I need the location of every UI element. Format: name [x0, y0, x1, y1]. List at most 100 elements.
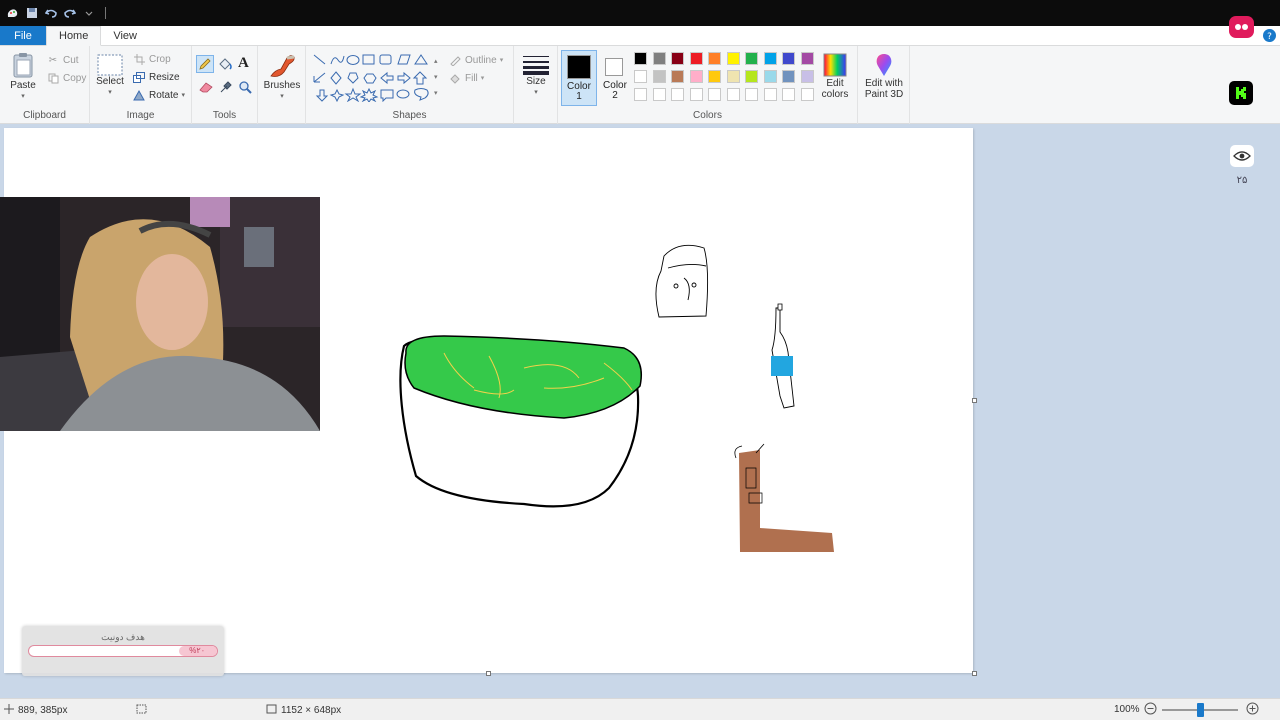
- palette-swatch[interactable]: [689, 88, 703, 101]
- resize-button[interactable]: Resize: [132, 70, 180, 84]
- paste-dropdown-icon[interactable]: ▾: [21, 91, 25, 102]
- copy-button[interactable]: Copy: [46, 71, 86, 85]
- palette-swatch[interactable]: [652, 52, 666, 65]
- customize-quick-access-icon[interactable]: [82, 7, 95, 20]
- palette-swatch[interactable]: [652, 88, 666, 101]
- palette-swatch[interactable]: [800, 70, 814, 83]
- palette-swatch[interactable]: [671, 52, 684, 65]
- palette-swatch[interactable]: [634, 52, 647, 65]
- shapes-scroll[interactable]: ▴ ▾ ▾: [434, 54, 440, 102]
- palette-swatch[interactable]: [800, 52, 814, 65]
- brown-shape-drawing: [734, 443, 834, 552]
- shapes-group-label: Shapes: [392, 110, 427, 121]
- group-size: Size ▾: [514, 46, 558, 124]
- palette-swatch[interactable]: [671, 88, 684, 101]
- edit-colors-line1: Edit: [826, 78, 844, 89]
- outline-icon: [448, 53, 462, 67]
- cursor-position-text: 889, 385px: [18, 705, 68, 716]
- size-button[interactable]: Size ▾: [520, 54, 552, 98]
- palette-swatch[interactable]: [800, 88, 814, 101]
- palette-swatch[interactable]: [763, 70, 777, 83]
- edit-colors-button[interactable]: Edit colors: [818, 52, 852, 100]
- face-sketch: [655, 244, 709, 318]
- palette-swatch[interactable]: [634, 70, 647, 83]
- edit-with-paint3d-button[interactable]: Edit with Paint 3D: [860, 52, 908, 100]
- color-picker-tool[interactable]: [219, 80, 233, 97]
- resize-label: Resize: [149, 71, 180, 83]
- selection-size-icon: [136, 704, 147, 717]
- shapes-gallery[interactable]: [312, 52, 438, 102]
- palette-swatch[interactable]: [652, 70, 666, 83]
- color-wheel-icon: [823, 53, 847, 77]
- title-bar: [0, 0, 1280, 26]
- paint-app-icon: [6, 7, 19, 20]
- size-label: Size: [526, 76, 546, 87]
- palette-swatch[interactable]: [782, 52, 795, 65]
- zoom-in-button[interactable]: [1246, 702, 1259, 715]
- palette-swatch[interactable]: [745, 52, 758, 65]
- resize-handle-right[interactable]: [972, 398, 977, 403]
- brushes-dropdown-icon: ▾: [280, 93, 284, 100]
- resize-handle-corner[interactable]: [972, 671, 977, 676]
- group-colors: Colors: [558, 46, 858, 124]
- undo-icon[interactable]: [44, 7, 57, 20]
- palette-swatch[interactable]: [708, 52, 721, 65]
- magnifier-icon: [239, 81, 252, 94]
- rotate-button[interactable]: Rotate ▾: [132, 88, 185, 102]
- zoom-out-button[interactable]: [1144, 702, 1157, 715]
- palette-swatch[interactable]: [782, 88, 795, 101]
- palette-swatch[interactable]: [745, 70, 758, 83]
- copy-icon: [46, 71, 60, 85]
- palette-swatch[interactable]: [726, 70, 740, 83]
- crop-icon: [132, 52, 146, 66]
- palette-swatch[interactable]: [726, 88, 740, 101]
- resize-handle-bottom[interactable]: [486, 671, 491, 676]
- cut-button[interactable]: ✂ Cut: [46, 53, 79, 67]
- palette-swatch[interactable]: [763, 52, 777, 65]
- select-dropdown-icon[interactable]: ▾: [108, 87, 112, 98]
- palette-swatch[interactable]: [671, 70, 684, 83]
- help-area: ?: [1263, 26, 1280, 45]
- select-button[interactable]: Select ▾: [96, 54, 124, 98]
- fill-tool[interactable]: [217, 56, 233, 75]
- crop-button[interactable]: Crop: [132, 52, 171, 66]
- palette-swatch[interactable]: [726, 52, 740, 65]
- paint3d-line2: Paint 3D: [864, 89, 904, 100]
- tab-home[interactable]: Home: [46, 26, 102, 46]
- palette-swatch[interactable]: [763, 88, 777, 101]
- zoom-slider-thumb[interactable]: [1197, 703, 1204, 717]
- save-icon[interactable]: [25, 7, 38, 20]
- cursor-position: 889, 385px: [4, 704, 68, 717]
- group-shapes: ▴ ▾ ▾ Outline ▾ Fill ▾ Shapes: [306, 46, 514, 124]
- donation-goal-widget: هدف دونیت %۲۰: [22, 626, 224, 676]
- viewer-count: ۲۵: [1236, 175, 1248, 186]
- outline-label: Outline: [465, 54, 497, 66]
- group-image: Select ▾ Crop Resize Rotate ▾ Image: [90, 46, 192, 124]
- palette-swatch[interactable]: [708, 88, 721, 101]
- paste-button[interactable]: Paste ▾: [8, 52, 38, 102]
- palette-swatch[interactable]: [634, 88, 647, 101]
- eraser-tool[interactable]: [198, 80, 214, 97]
- webcam-feed: [0, 197, 320, 431]
- text-tool[interactable]: A: [238, 55, 249, 72]
- fill-button[interactable]: Fill ▾: [448, 71, 484, 85]
- brushes-button[interactable]: Brushes ▾: [264, 52, 300, 102]
- palette-swatch[interactable]: [689, 70, 703, 83]
- tab-view[interactable]: View: [101, 26, 149, 45]
- fill-bucket-icon: [219, 58, 232, 70]
- help-icon[interactable]: ?: [1263, 29, 1276, 42]
- group-tools: A Tools: [192, 46, 258, 124]
- tools-group-label: Tools: [212, 110, 237, 121]
- cut-label: Cut: [63, 54, 79, 66]
- palette-swatch[interactable]: [689, 52, 703, 65]
- tab-file[interactable]: File: [0, 26, 46, 45]
- palette-swatch[interactable]: [745, 88, 758, 101]
- magnifier-tool[interactable]: [238, 80, 252, 97]
- redo-icon[interactable]: [63, 7, 76, 20]
- outline-button[interactable]: Outline ▾: [448, 53, 503, 67]
- bottle-drawing: [771, 303, 795, 409]
- resize-icon: [132, 70, 146, 84]
- palette-swatch[interactable]: [782, 70, 795, 83]
- pencil-tool[interactable]: [196, 55, 214, 73]
- palette-swatch[interactable]: [708, 70, 721, 83]
